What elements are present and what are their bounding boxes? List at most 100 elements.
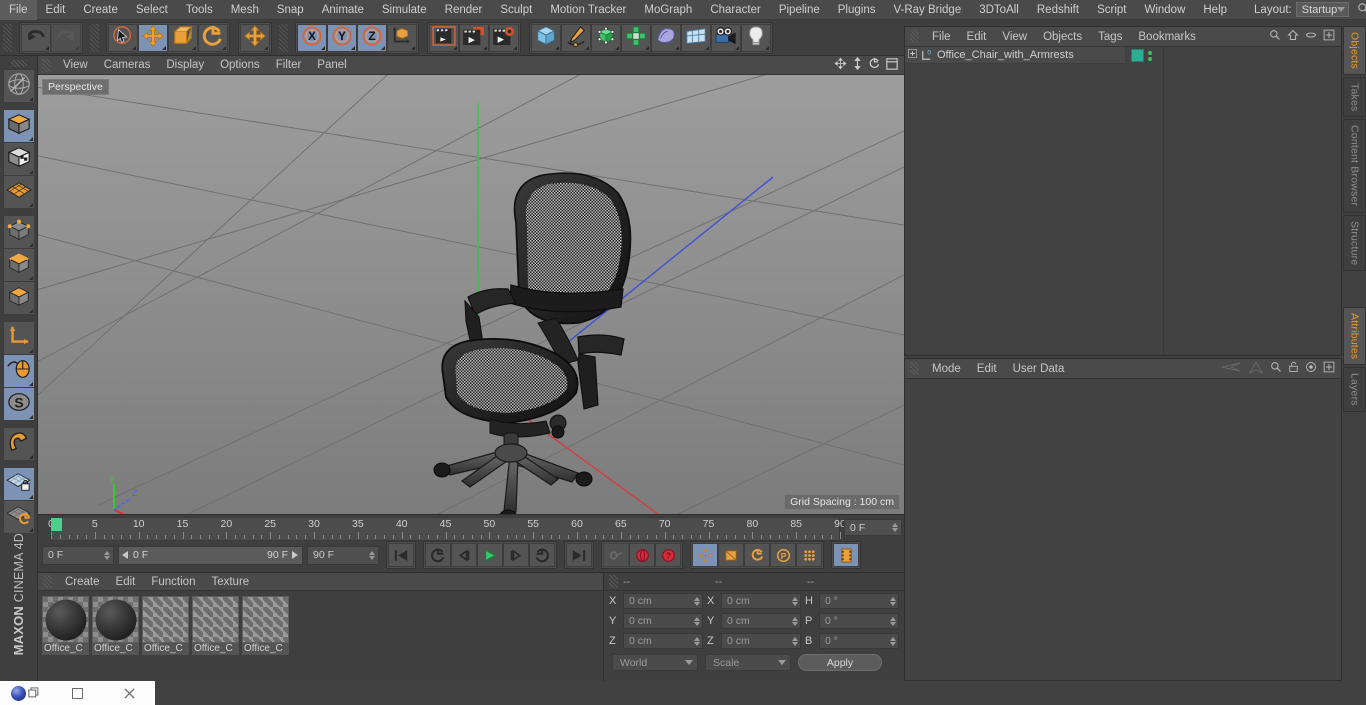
autokey-button[interactable]	[603, 543, 629, 567]
search-icon[interactable]	[1270, 361, 1282, 376]
x-axis-button[interactable]: X	[297, 23, 327, 52]
object-menu-file[interactable]: File	[924, 27, 959, 47]
ellipse-icon[interactable]	[1305, 29, 1317, 44]
toolbar-grip[interactable]	[3, 23, 12, 52]
menu-item-help[interactable]: Help	[1194, 0, 1236, 20]
material-menu-edit[interactable]: Edit	[108, 573, 144, 591]
soft-selection-button[interactable]: S	[2, 386, 35, 421]
spinner-icon[interactable]	[890, 616, 896, 626]
environment-button[interactable]	[681, 23, 711, 52]
point-level-anim-button[interactable]	[796, 543, 822, 567]
go-to-start-button[interactable]	[388, 543, 414, 567]
menu-item-snap[interactable]: Snap	[268, 0, 313, 20]
z-axis-button[interactable]: Z	[357, 23, 387, 52]
redo-button[interactable]	[51, 23, 81, 52]
menu-item-sculpt[interactable]: Sculpt	[491, 0, 541, 20]
object-row[interactable]: 0 Office_Chair_with_Armrests	[905, 47, 1125, 64]
viewport-solo-button[interactable]	[2, 353, 35, 388]
back-history-icon[interactable]	[1220, 361, 1242, 376]
attribute-manager-grip[interactable]	[910, 362, 919, 375]
rotate-view-icon[interactable]	[868, 57, 881, 73]
spinner-icon[interactable]	[369, 550, 375, 560]
select-cursor-button[interactable]	[108, 23, 138, 52]
render-settings-button[interactable]	[489, 23, 519, 52]
deformer-button[interactable]	[621, 23, 651, 52]
vertical-tab-attributes[interactable]: Attributes	[1343, 307, 1366, 366]
toolbar-grip[interactable]	[90, 23, 99, 52]
object-menu-objects[interactable]: Objects	[1035, 27, 1090, 47]
menu-item-tools[interactable]: Tools	[177, 0, 222, 20]
search-icon[interactable]	[1269, 29, 1281, 44]
light-button[interactable]	[741, 23, 771, 52]
render-picture-viewer-button[interactable]	[459, 23, 489, 52]
coord-rot-input[interactable]: 0 °	[819, 593, 899, 609]
spinner-icon[interactable]	[792, 636, 798, 646]
scale-view-icon[interactable]	[852, 56, 863, 73]
material-swatch[interactable]: Office_C	[142, 596, 189, 655]
object-menu-edit[interactable]: Edit	[959, 27, 995, 47]
model-mode-button[interactable]	[2, 108, 35, 143]
go-to-end-button[interactable]	[566, 543, 592, 567]
spinner-icon[interactable]	[892, 523, 898, 532]
keyframe-selection-button[interactable]: ?	[655, 543, 681, 567]
target-icon[interactable]	[1305, 361, 1317, 376]
spinner-icon[interactable]	[792, 596, 798, 606]
coord-pos-input[interactable]: 0 cm	[623, 633, 703, 649]
viewport-3d[interactable]: Perspective Grid Spacing : 100 cm Y X Z	[38, 75, 904, 514]
object-menu-tags[interactable]: Tags	[1090, 27, 1130, 47]
material-menu-texture[interactable]: Texture	[203, 573, 257, 591]
render-view-button[interactable]	[429, 23, 459, 52]
material-swatch[interactable]: Office_C	[192, 596, 239, 655]
scale-button[interactable]	[168, 23, 198, 52]
left-toolbar-grip[interactable]	[10, 60, 27, 67]
object-tree[interactable]: 0 Office_Chair_with_Armrests	[905, 47, 1341, 355]
world-axis-button[interactable]	[2, 68, 35, 103]
expand-plus-icon[interactable]	[908, 49, 917, 61]
y-axis-button[interactable]: Y	[327, 23, 357, 52]
object-menu-bookmarks[interactable]: Bookmarks	[1130, 27, 1204, 47]
attribute-menu-user-data[interactable]: User Data	[1005, 359, 1073, 379]
attribute-menu-mode[interactable]: Mode	[924, 359, 969, 379]
rotate-button[interactable]	[198, 23, 228, 52]
scale-key-button[interactable]	[718, 543, 744, 567]
vertical-tab-content-browser[interactable]: Content Browser	[1343, 119, 1366, 213]
plus-box-icon[interactable]	[1323, 29, 1335, 44]
menu-item-render[interactable]: Render	[436, 0, 492, 20]
camera-button[interactable]	[711, 23, 741, 52]
points-mode-button[interactable]	[2, 214, 35, 249]
viewport-grip[interactable]	[42, 58, 51, 72]
spinner-icon[interactable]	[694, 596, 700, 606]
material-grip[interactable]	[43, 575, 52, 588]
material-swatch[interactable]: Office_C	[92, 596, 139, 655]
move-view-icon[interactable]	[834, 57, 847, 73]
object-menu-view[interactable]: View	[994, 27, 1035, 47]
layout-dropdown[interactable]: Startup	[1295, 2, 1350, 17]
menu-item-pipeline[interactable]: Pipeline	[770, 0, 829, 20]
cube-primitive-button[interactable]	[531, 23, 561, 52]
spinner-icon[interactable]	[890, 636, 896, 646]
maximize-window-button[interactable]	[52, 681, 104, 705]
coord-rot-input[interactable]: 0 °	[819, 633, 899, 649]
planar-workplane-button[interactable]	[2, 499, 35, 534]
menu-item-mograph[interactable]: MoGraph	[635, 0, 701, 20]
home-icon[interactable]	[1287, 29, 1299, 44]
material-tag-icon[interactable]	[1131, 49, 1144, 62]
forward-history-icon[interactable]	[1248, 360, 1264, 377]
spinner-icon[interactable]	[104, 550, 110, 560]
menu-item-file[interactable]: File	[0, 0, 37, 20]
timeline-playhead[interactable]	[51, 518, 62, 531]
parameter-key-button[interactable]: P	[770, 543, 796, 567]
coord-pos-input[interactable]: 0 cm	[623, 613, 703, 629]
viewport-menu-display[interactable]: Display	[158, 56, 212, 75]
object-axis-button[interactable]	[2, 320, 35, 355]
material-menu-create[interactable]: Create	[57, 573, 108, 591]
vertical-tab-objects[interactable]: Objects	[1343, 26, 1366, 75]
menu-item-character[interactable]: Character	[701, 0, 770, 20]
menu-item-3dtoall[interactable]: 3DToAll	[970, 0, 1028, 20]
preview-range-bar[interactable]: 0 F 90 F	[118, 545, 303, 565]
viewport-menu-view[interactable]: View	[55, 56, 96, 75]
viewport-menu-cameras[interactable]: Cameras	[96, 56, 159, 75]
spline-pen-button[interactable]	[561, 23, 591, 52]
menu-item-animate[interactable]: Animate	[313, 0, 373, 20]
viewport-menu-filter[interactable]: Filter	[268, 56, 310, 75]
